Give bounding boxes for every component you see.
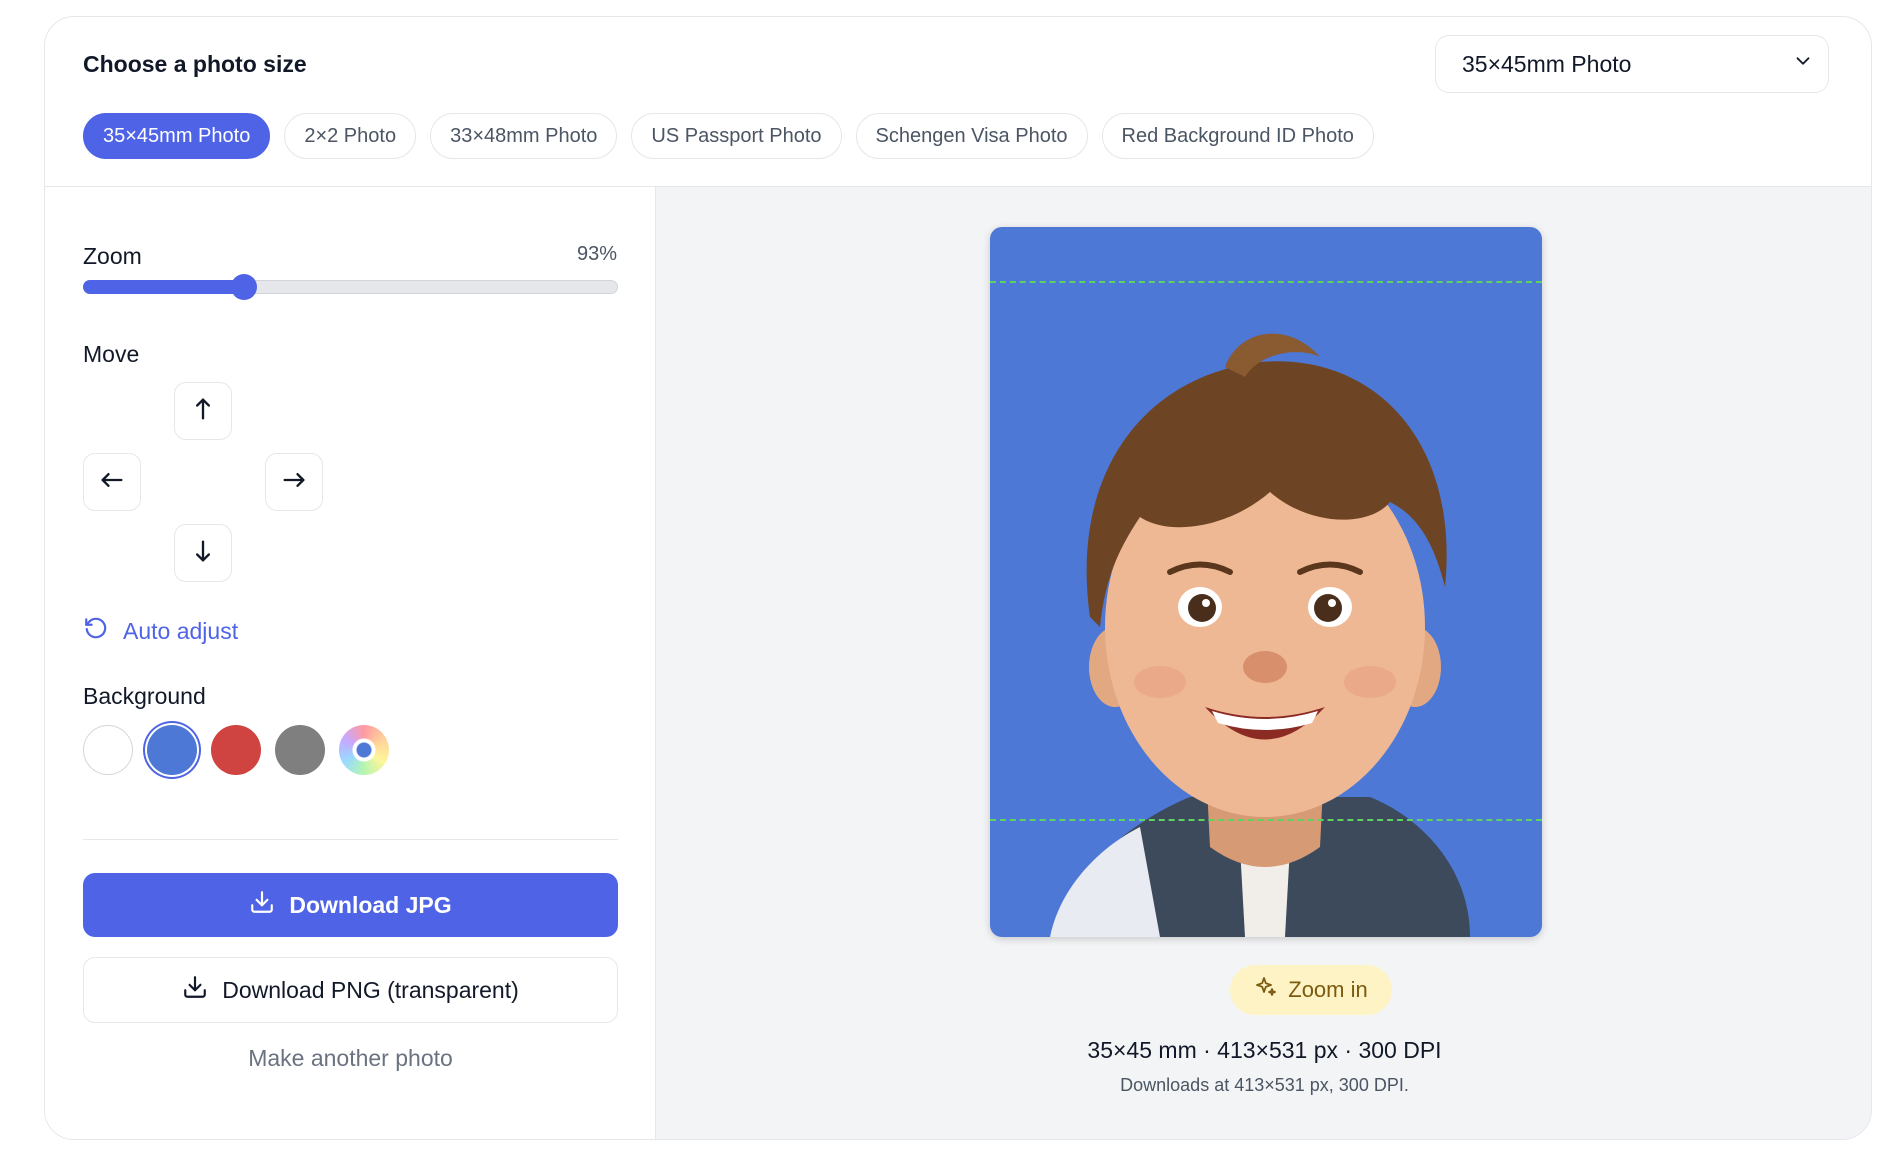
download-png-button[interactable]: Download PNG (transparent): [83, 957, 618, 1023]
zoom-slider-fill: [83, 280, 243, 294]
divider: [83, 839, 618, 840]
background-swatches: [83, 725, 389, 775]
zoom-in-button[interactable]: Zoom in: [1230, 965, 1392, 1015]
download-info: Downloads at 413×531 px, 300 DPI.: [1120, 1075, 1409, 1095]
move-up-button[interactable]: [174, 382, 232, 440]
size-chip[interactable]: 33×48mm Photo: [430, 113, 618, 159]
zoom-slider[interactable]: [83, 274, 618, 300]
size-chip[interactable]: US Passport Photo: [631, 113, 842, 159]
move-right-button[interactable]: [265, 453, 323, 511]
chevron-down-icon: [1792, 50, 1814, 78]
photo-spec: 35×45 mm · 413×531 px · 300 DPI: [1087, 1037, 1442, 1063]
zoom-in-label: Zoom in: [1288, 977, 1368, 1002]
size-dropdown[interactable]: 35×45mm Photo: [1435, 35, 1829, 93]
size-chip[interactable]: 2×2 Photo: [284, 113, 417, 159]
chin-guide-line: [990, 819, 1542, 821]
size-chip-label: Red Background ID Photo: [1121, 124, 1354, 147]
size-chip-label: Schengen Visa Photo: [875, 124, 1068, 147]
swatch-red[interactable]: [211, 725, 261, 775]
size-chip-list: 35×45mm Photo 2×2 Photo 33×48mm Photo US…: [83, 113, 1374, 159]
make-another-photo-link[interactable]: Make another photo: [83, 1045, 618, 1072]
sparkle-icon: [1254, 975, 1278, 1005]
size-chip-label: 2×2 Photo: [304, 124, 397, 147]
background-label: Background: [83, 683, 206, 709]
zoom-slider-thumb[interactable]: [230, 274, 257, 300]
portrait-image: [1050, 333, 1470, 937]
move-down-button[interactable]: [174, 524, 232, 582]
swatch-blue[interactable]: [147, 725, 197, 775]
auto-adjust-button[interactable]: Auto adjust: [83, 615, 238, 647]
download-png-label: Download PNG (transparent): [222, 976, 519, 1003]
rotate-ccw-icon: [83, 615, 109, 647]
move-label: Move: [83, 341, 140, 367]
zoom-value: 93%: [576, 243, 617, 265]
size-dropdown-value: 35×45mm Photo: [1462, 50, 1632, 77]
swatch-white[interactable]: [83, 725, 133, 775]
preview-panel: Zoom in 35×45 mm · 413×531 px · 300 DPI …: [656, 187, 1871, 1139]
size-chip[interactable]: 35×45mm Photo: [83, 113, 271, 159]
size-header-title: Choose a photo size: [83, 51, 307, 77]
controls-panel: Zoom 93% Move Auto adjust Background Dow…: [45, 187, 656, 1139]
swatch-gray[interactable]: [275, 725, 325, 775]
size-header: Choose a photo size 35×45mm Photo 35×45m…: [45, 17, 1871, 187]
size-chip-label: 33×48mm Photo: [450, 124, 598, 147]
download-icon: [249, 889, 275, 921]
head-top-guide-line: [990, 281, 1542, 283]
zoom-label: Zoom: [83, 243, 142, 269]
download-jpg-label: Download JPG: [289, 891, 452, 918]
arrow-up-icon: [189, 395, 217, 428]
arrow-left-icon: [98, 466, 126, 499]
size-chip-label: 35×45mm Photo: [103, 124, 251, 147]
size-chip-label: US Passport Photo: [651, 124, 822, 147]
arrow-down-icon: [189, 537, 217, 570]
download-icon: [182, 974, 208, 1006]
size-chip[interactable]: Schengen Visa Photo: [855, 113, 1088, 159]
color-picker-icon[interactable]: [339, 725, 389, 775]
photo-preview: [990, 227, 1542, 937]
size-chip[interactable]: Red Background ID Photo: [1101, 113, 1374, 159]
auto-adjust-label: Auto adjust: [123, 617, 239, 644]
arrow-right-icon: [280, 466, 308, 499]
download-jpg-button[interactable]: Download JPG: [83, 873, 618, 937]
move-left-button[interactable]: [83, 453, 141, 511]
photo-editor-card: Choose a photo size 35×45mm Photo 35×45m…: [44, 16, 1872, 1140]
